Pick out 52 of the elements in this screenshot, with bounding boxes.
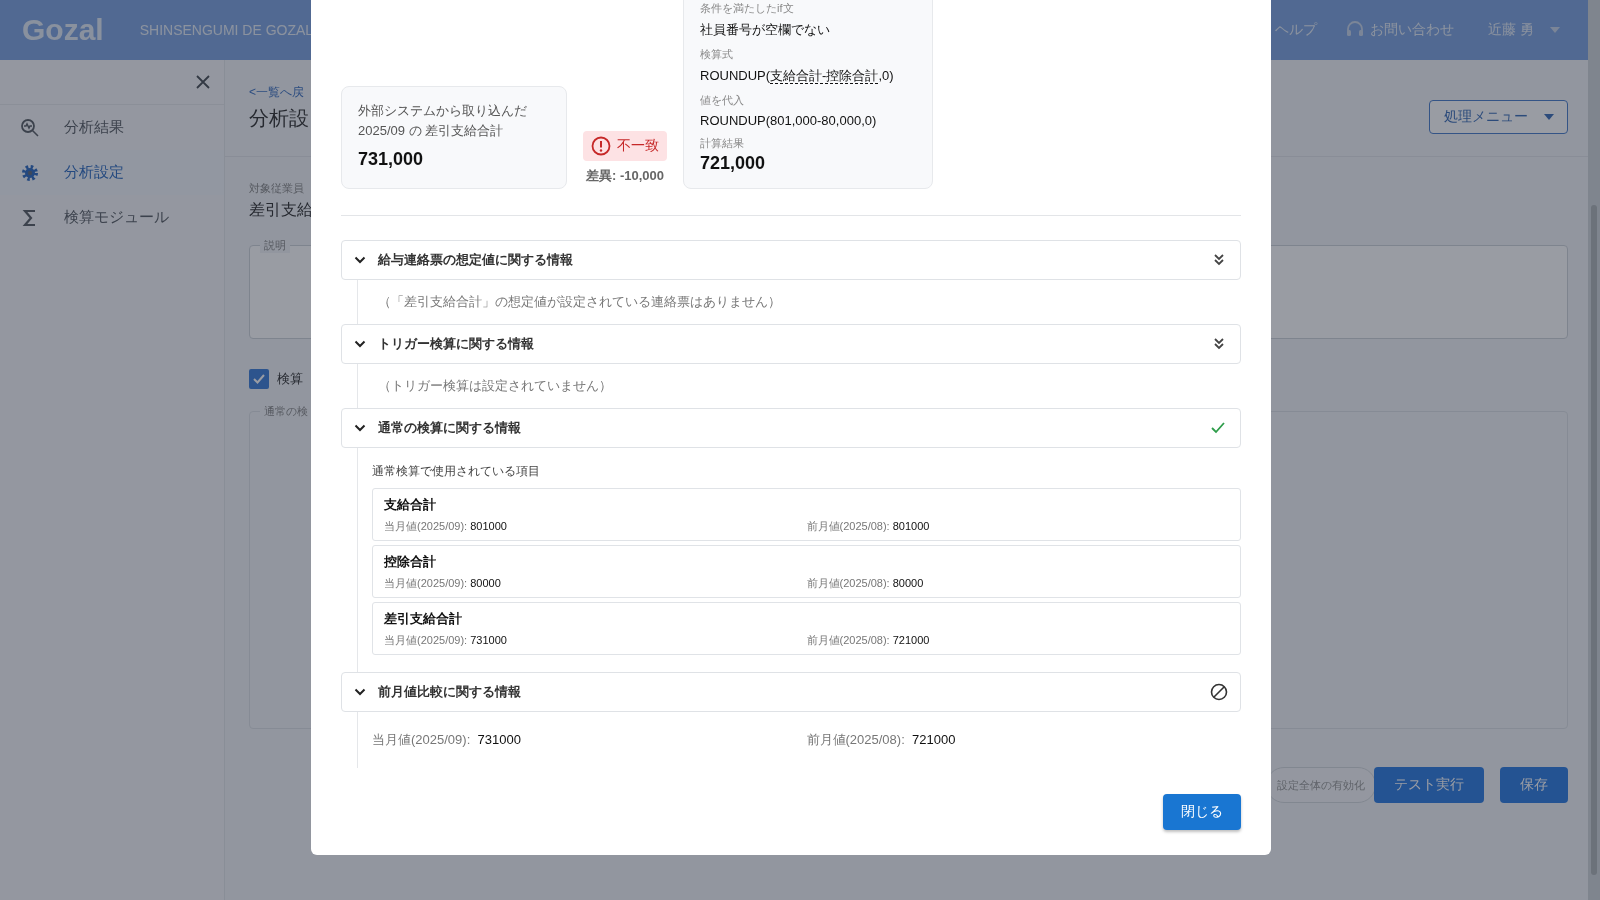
accordion-header[interactable]: 給与連絡票の想定値に関する情報 — [341, 240, 1241, 280]
settings-icon — [20, 162, 40, 183]
previous-value: 前月値(2025/08): 721000 — [806, 633, 931, 648]
logo[interactable]: Gozal — [22, 13, 104, 47]
calculation-label: 値を代入 — [700, 93, 745, 108]
calculation-label: 条件を満たしたif文 — [700, 1, 795, 16]
caret-icon — [1543, 114, 1554, 120]
calculation-value: ROUNDUP(801,000-80,000,0) — [700, 113, 878, 128]
checkmark-icon — [252, 372, 266, 386]
caret-icon — [1550, 27, 1560, 33]
save-button[interactable]: 保存 — [1500, 767, 1568, 803]
accordion-header[interactable]: トリガー検算に関する情報 — [341, 324, 1241, 364]
current-value: 当月値(2025/09): 731000 — [384, 633, 508, 648]
sidebar-item[interactable]: 検算モジュール — [0, 195, 224, 240]
current-value: 当月値(2025/09): 731000 — [372, 731, 522, 749]
empty-note: （「差引支給合計」の想定値が設定されている連絡票はありません） — [377, 293, 782, 311]
calculation-label: 検算式 — [700, 47, 734, 62]
previous-value: 前月値(2025/08): 80000 — [806, 576, 925, 591]
test-run-button[interactable]: テスト実行 — [1374, 767, 1484, 803]
search-icon — [20, 117, 40, 138]
calculation-value: ROUNDUP(支給合計-控除合計,0) — [700, 67, 895, 85]
difference-text: 差異: -10,000 — [585, 167, 664, 185]
calculation-value: 社員番号が空欄でない — [700, 21, 831, 39]
checkbox[interactable] — [249, 369, 269, 389]
checkbox-label: 検算 — [277, 370, 303, 388]
calculation-label: 計算結果 — [700, 136, 745, 151]
close-icon[interactable] — [196, 75, 210, 89]
card-caption: 外部システムから取り込んだ 2025/09 の 差引支給合計 — [358, 102, 528, 140]
sidebar-item[interactable]: 分析結果 — [0, 105, 224, 150]
items-subtitle: 通常検算で使用されている項目 — [372, 463, 541, 480]
field-value: 差引支給 — [249, 200, 314, 220]
organization-dropdown[interactable]: SHINSENGUMI DE GOZAL — [133, 21, 320, 39]
page-title: 分析設 — [249, 106, 309, 131]
calculation-result: 721,000 — [700, 153, 767, 174]
contact-link[interactable]: お問い合わせ — [1345, 20, 1455, 40]
empty-note: （トリガー検算は設定されていません） — [377, 377, 613, 395]
current-value: 当月値(2025/09): 80000 — [384, 576, 502, 591]
previous-value: 前月値(2025/08): 721000 — [806, 731, 957, 749]
close-button[interactable]: 閉じる — [1163, 794, 1241, 830]
scrollbar[interactable] — [1588, 0, 1600, 900]
accordion-header[interactable]: 通常の検算に関する情報 — [341, 408, 1241, 448]
back-link[interactable]: <一覧へ戻 — [249, 85, 304, 99]
previous-value: 前月値(2025/08): 801000 — [806, 519, 931, 534]
status-badge: 不一致 — [583, 131, 667, 161]
item-name: 支給合計 — [384, 496, 437, 514]
user-menu[interactable]: 近藤 勇 — [1482, 20, 1566, 40]
current-value: 当月値(2025/09): 801000 — [384, 519, 508, 534]
warning-icon — [591, 136, 611, 156]
imported-value: 731,000 — [358, 149, 425, 170]
process-menu-button[interactable]: 処理メニュー — [1429, 100, 1568, 134]
item-name: 控除合計 — [384, 553, 437, 571]
item-name: 差引支給合計 — [384, 610, 463, 628]
